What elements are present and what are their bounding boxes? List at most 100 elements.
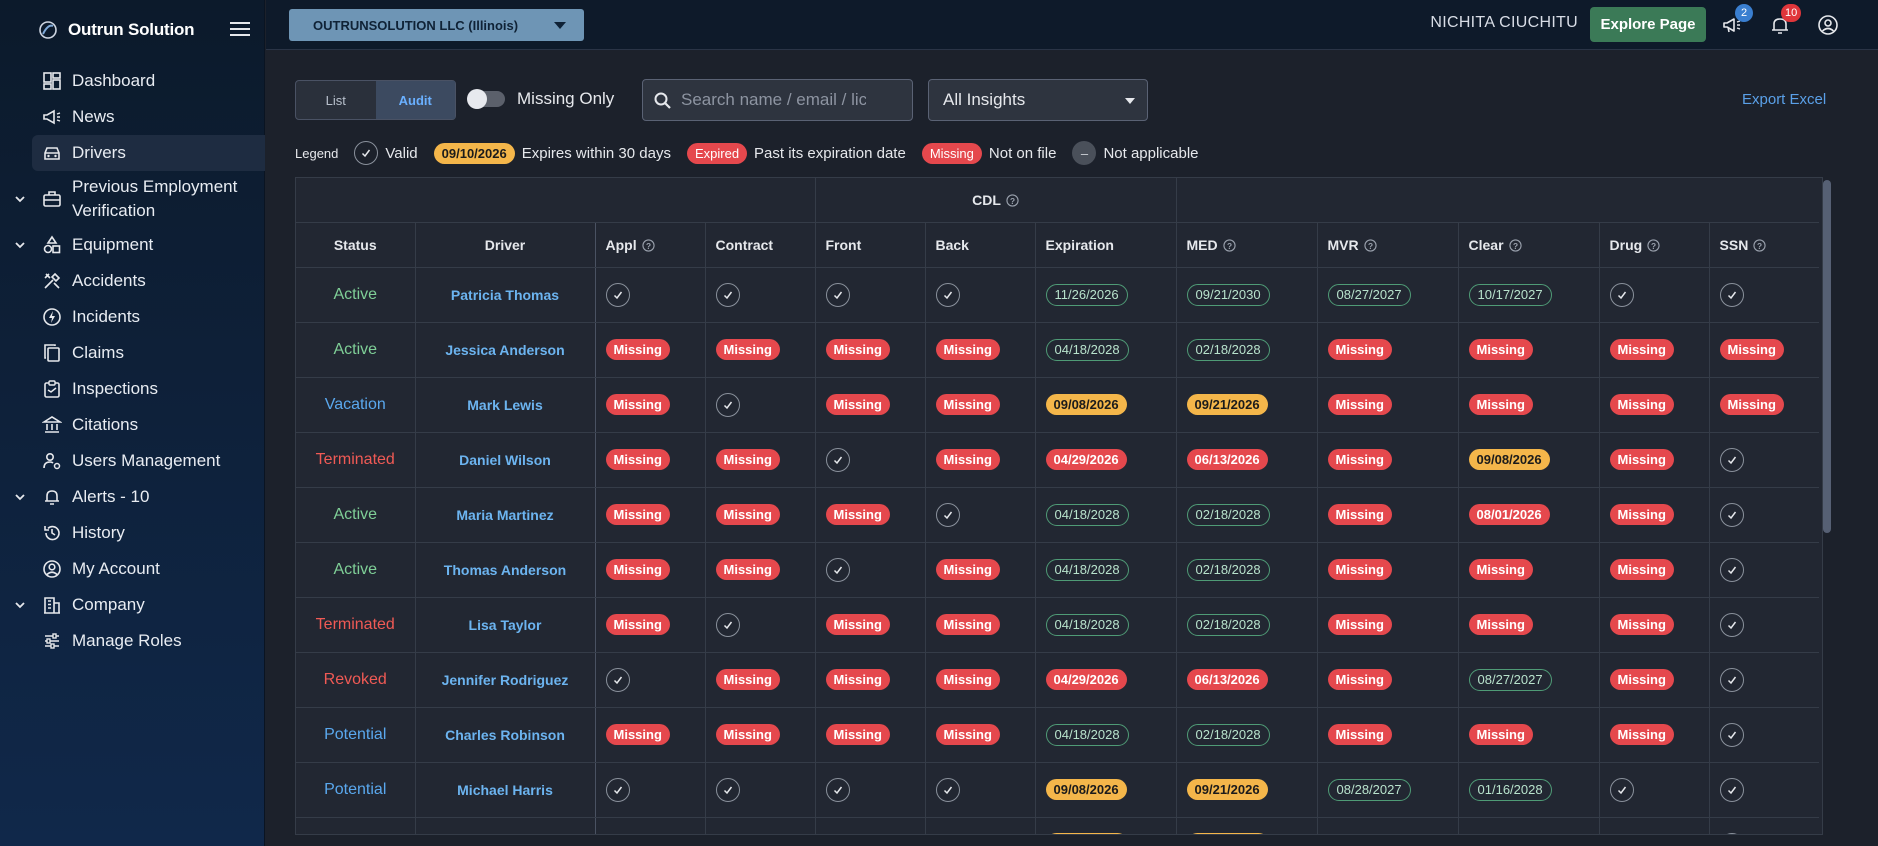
sidebar-item-drivers[interactable]: Drivers — [32, 135, 265, 171]
driver-name-link[interactable]: Daniel Wilson — [459, 452, 551, 468]
export-excel-link[interactable]: Export Excel — [1742, 91, 1826, 108]
driver-cell[interactable]: Patricia Thomas — [415, 267, 596, 323]
driver-name-link[interactable]: Michael Harris — [457, 782, 553, 798]
missing-badge[interactable]: Missing — [605, 339, 670, 360]
audit-view-button[interactable]: Audit — [375, 81, 455, 119]
missing-badge[interactable]: Missing — [935, 724, 1000, 745]
missing-badge[interactable]: Missing — [826, 834, 890, 835]
missing-badge[interactable]: Missing — [715, 504, 780, 525]
missing-badge[interactable]: Missing — [1328, 834, 1392, 835]
valid-date-badge[interactable]: 10/17/2027 — [1468, 283, 1552, 306]
missing-badge[interactable]: Missing — [605, 559, 670, 580]
sidebar-item-citations[interactable]: Citations — [0, 407, 265, 443]
insights-select[interactable]: All Insights — [928, 79, 1148, 121]
missing-badge[interactable]: Missing — [715, 449, 780, 470]
missing-badge[interactable]: Missing — [1468, 614, 1533, 635]
expired-date-badge[interactable]: 08/01/2026 — [1468, 504, 1550, 525]
driver-name-link[interactable]: Thomas Anderson — [444, 562, 566, 578]
valid-check-icon[interactable] — [1719, 557, 1744, 582]
column-header-mvr[interactable]: MVR? — [1317, 222, 1459, 268]
valid-check-icon[interactable] — [825, 557, 850, 582]
sidebar-item-manage-roles[interactable]: Manage Roles — [0, 623, 265, 659]
explore-page-button[interactable]: Explore Page — [1590, 7, 1706, 42]
table-row[interactable]: Active Thomas Anderson Missing Missing Missi… — [296, 542, 1820, 598]
missing-badge[interactable]: Missing — [1609, 559, 1674, 580]
valid-date-badge[interactable]: 04/18/2028 — [1045, 558, 1129, 581]
valid-date-badge[interactable]: 08/27/2027 — [1327, 283, 1411, 306]
missing-badge[interactable]: Missing — [1468, 339, 1533, 360]
list-view-button[interactable]: List — [296, 81, 376, 119]
missing-badge[interactable]: Missing — [1327, 559, 1392, 580]
valid-check-icon[interactable] — [1719, 502, 1744, 527]
valid-check-icon[interactable] — [935, 502, 960, 527]
news-megaphone-icon[interactable]: 2 — [1721, 4, 1753, 36]
driver-cell[interactable] — [415, 817, 596, 834]
expired-date-badge[interactable]: 06/13/2026 — [1186, 669, 1268, 690]
help-icon[interactable]: ? — [1223, 238, 1236, 252]
missing-badge[interactable]: Missing — [1327, 449, 1392, 470]
missing-badge[interactable]: Missing — [935, 669, 1000, 690]
column-header-drug[interactable]: Drug? — [1599, 222, 1710, 268]
valid-date-badge[interactable]: 11/26/2026 — [1045, 283, 1128, 306]
missing-badge[interactable]: Missing — [935, 394, 1000, 415]
valid-check-icon[interactable] — [1719, 777, 1744, 802]
driver-cell[interactable]: Lisa Taylor — [415, 597, 596, 653]
chevron-down-icon[interactable] — [14, 193, 26, 205]
hamburger-menu-icon[interactable] — [230, 20, 250, 38]
column-header-clear[interactable]: Clear? — [1458, 222, 1600, 268]
column-header-driver[interactable]: Driver — [415, 222, 596, 268]
expired-date-badge[interactable]: 04/29/2026 — [1045, 449, 1127, 470]
missing-badge[interactable]: Missing — [1327, 394, 1392, 415]
missing-badge[interactable]: Missing — [1719, 339, 1784, 360]
missing-badge[interactable]: Missing — [825, 614, 890, 635]
valid-check-icon[interactable] — [935, 282, 960, 307]
missing-badge[interactable]: Missing — [1609, 724, 1674, 745]
missing-badge[interactable]: Missing — [1609, 669, 1674, 690]
help-icon[interactable]: ? — [1508, 238, 1522, 252]
valid-check-icon[interactable] — [1719, 447, 1744, 472]
column-header-contract[interactable]: Contract — [705, 222, 816, 268]
missing-badge[interactable]: Missing — [605, 614, 670, 635]
driver-cell[interactable]: Jennifer Rodriguez — [415, 652, 596, 708]
missing-badge[interactable]: Missing — [825, 669, 890, 690]
valid-check-icon[interactable] — [605, 282, 630, 307]
missing-badge[interactable]: Missing — [1468, 394, 1533, 415]
valid-date-badge[interactable]: 04/18/2028 — [1045, 503, 1129, 526]
expiring-date-badge[interactable] — [1186, 832, 1269, 834]
brand[interactable]: Outrun Solution — [38, 16, 195, 44]
valid-date-badge[interactable]: 02/18/2028 — [1186, 558, 1270, 581]
sidebar-item-inspections[interactable]: Inspections — [0, 371, 265, 407]
missing-badge[interactable]: Missing — [825, 724, 890, 745]
valid-check-icon[interactable] — [825, 447, 850, 472]
missing-badge[interactable]: Missing — [605, 449, 670, 470]
expiring-date-badge[interactable]: 09/08/2026 — [1045, 779, 1127, 800]
table-row[interactable]: Terminated Lisa Taylor Missing Missing Missi… — [296, 597, 1820, 653]
column-header-front[interactable]: Front — [815, 222, 926, 268]
column-header-back[interactable]: Back — [925, 222, 1036, 268]
missing-badge[interactable]: Missing — [715, 339, 780, 360]
driver-cell[interactable]: Daniel Wilson — [415, 432, 596, 488]
chevron-down-icon[interactable] — [14, 491, 26, 503]
help-icon[interactable]: ? — [1753, 238, 1766, 252]
missing-badge[interactable]: Missing — [605, 394, 670, 415]
missing-badge[interactable]: Missing — [1327, 724, 1392, 745]
driver-cell[interactable]: Thomas Anderson — [415, 542, 596, 598]
sidebar-item-company[interactable]: Company — [0, 587, 265, 623]
valid-check-icon[interactable] — [715, 612, 740, 637]
sidebar-item-claims[interactable]: Claims — [0, 335, 265, 371]
missing-badge[interactable]: Missing — [935, 614, 1000, 635]
missing-badge[interactable]: Missing — [1327, 669, 1392, 690]
valid-date-badge[interactable]: 02/18/2028 — [1186, 503, 1270, 526]
valid-date-badge[interactable]: 08/27/2027 — [1468, 668, 1552, 691]
sidebar-item-dashboard[interactable]: Dashboard — [0, 63, 265, 99]
table-row[interactable]: Potential Charles Robinson Missing Missing M… — [296, 707, 1820, 763]
driver-cell[interactable]: Charles Robinson — [415, 707, 596, 763]
table-scrollbar[interactable] — [1823, 180, 1831, 533]
expiring-date-badge[interactable]: 09/08/2026 — [1468, 449, 1550, 470]
missing-badge[interactable]: Missing — [605, 724, 670, 745]
valid-date-badge[interactable]: 09/21/2030 — [1186, 283, 1270, 306]
missing-badge[interactable]: Missing — [1327, 339, 1392, 360]
valid-check-icon[interactable] — [1719, 722, 1744, 747]
valid-check-icon[interactable] — [935, 777, 960, 802]
sidebar-item-alerts-10[interactable]: Alerts - 10 — [0, 479, 265, 515]
